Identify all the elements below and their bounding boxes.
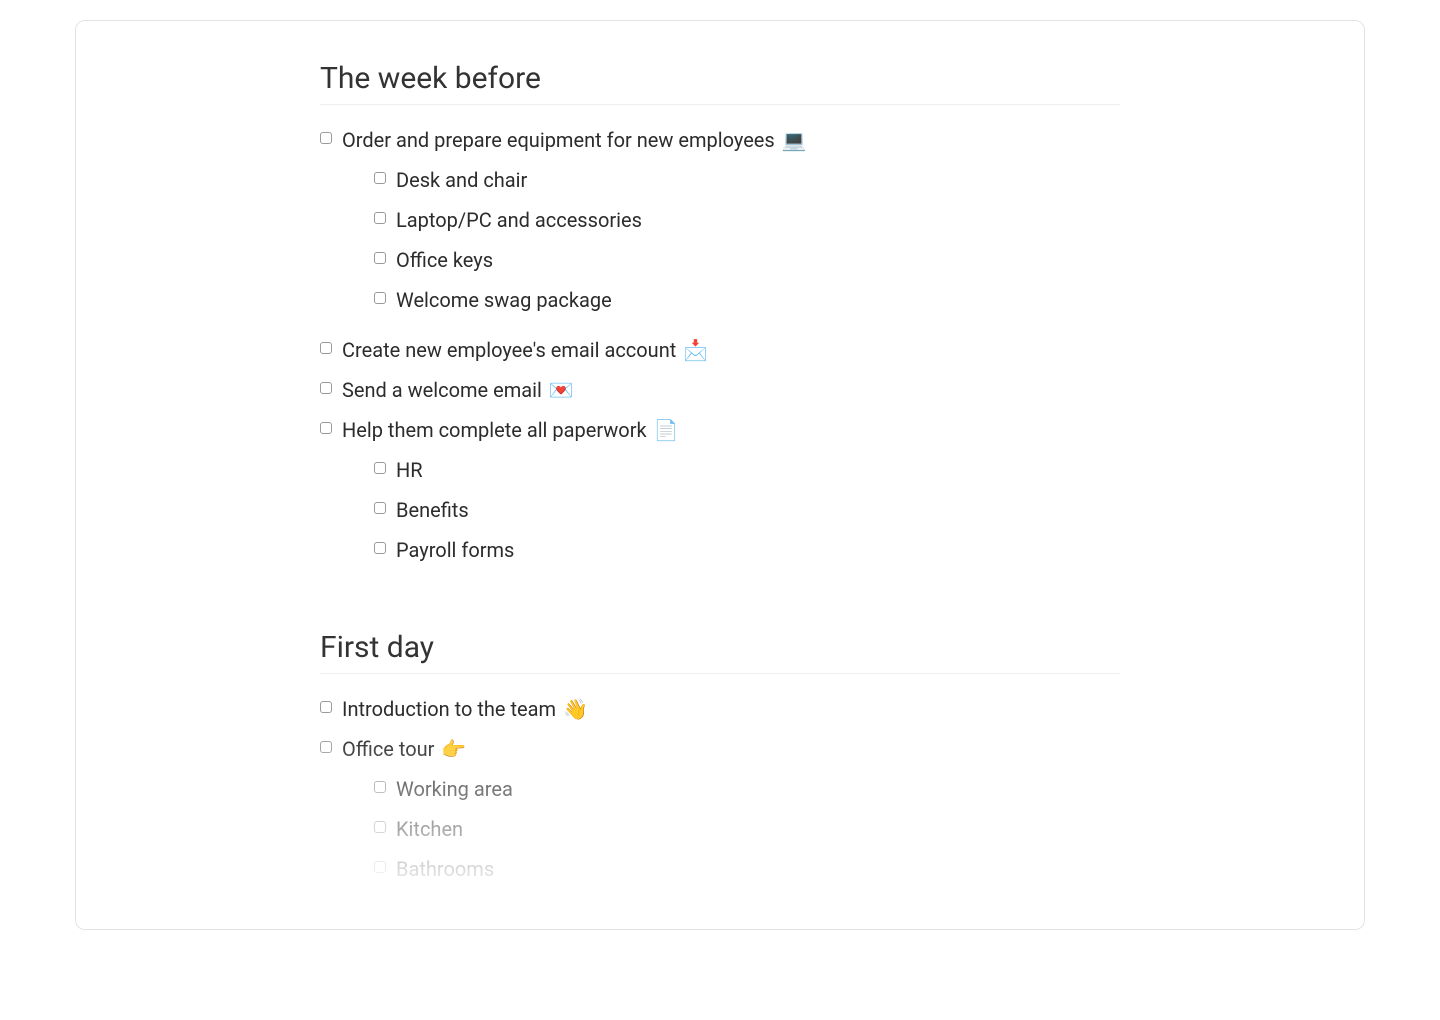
checklist-item: Office keys (374, 245, 1120, 275)
document-content: The week before Order and prepare equipm… (320, 61, 1120, 894)
item-content: Introduction to the team 👋 (342, 694, 1120, 724)
item-label: Kitchen (396, 817, 463, 841)
document-icon: 📄 (654, 418, 679, 442)
item-content: HR (396, 455, 1120, 485)
checkbox-icon[interactable] (374, 861, 386, 873)
checklist: Order and prepare equipment for new empl… (320, 125, 1120, 575)
checkbox-icon[interactable] (374, 502, 386, 514)
item-content: Order and prepare equipment for new empl… (342, 125, 1120, 325)
item-content: Desk and chair (396, 165, 1120, 195)
checkbox-icon[interactable] (320, 132, 332, 144)
item-label: Help them complete all paperwork (342, 418, 647, 442)
checklist-item: Benefits (374, 495, 1120, 525)
checklist-item: Working area (374, 774, 1120, 804)
item-content: Bathrooms (396, 854, 1120, 884)
checkbox-icon[interactable] (374, 542, 386, 554)
item-label: Desk and chair (396, 168, 527, 192)
item-content: Payroll forms (396, 535, 1120, 565)
checklist-item: Order and prepare equipment for new empl… (320, 125, 1120, 325)
item-content: Send a welcome email 💌 (342, 375, 1120, 405)
section-week-before: The week before Order and prepare equipm… (320, 61, 1120, 575)
checklist-item: Introduction to the team 👋 (320, 694, 1120, 724)
nested-list: HR Benefits (374, 455, 1120, 565)
checklist-item: Payroll forms (374, 535, 1120, 565)
item-content: Laptop/PC and accessories (396, 205, 1120, 235)
checkbox-icon[interactable] (374, 252, 386, 264)
checklist-item: Office tour 👉 Working area (320, 734, 1120, 894)
item-content: Kitchen (396, 814, 1120, 844)
item-content: Help them complete all paperwork 📄 HR (342, 415, 1120, 575)
item-content: Office tour 👉 Working area (342, 734, 1120, 894)
checklist-item: Send a welcome email 💌 (320, 375, 1120, 405)
section-first-day: First day Introduction to the team 👋 Off… (320, 630, 1120, 894)
nested-list: Desk and chair Laptop/PC and accessories (374, 165, 1120, 315)
laptop-icon: 💻 (782, 128, 807, 152)
item-content: Welcome swag package (396, 285, 1120, 315)
checkbox-icon[interactable] (320, 422, 332, 434)
item-label: Send a welcome email (342, 378, 542, 402)
item-content: Office keys (396, 245, 1120, 275)
checkbox-icon[interactable] (320, 342, 332, 354)
document-container: The week before Order and prepare equipm… (75, 20, 1365, 930)
item-content: Create new employee's email account 📩 (342, 335, 1120, 365)
section-title: First day (320, 630, 1120, 674)
nested-list: Working area Kitchen (374, 774, 1120, 884)
item-label: Welcome swag package (396, 288, 612, 312)
checkbox-icon[interactable] (374, 172, 386, 184)
item-label: Payroll forms (396, 538, 514, 562)
item-content: Working area (396, 774, 1120, 804)
checkbox-icon[interactable] (374, 292, 386, 304)
item-label: Create new employee's email account (342, 338, 676, 362)
item-label: Working area (396, 777, 513, 801)
checkbox-icon[interactable] (320, 741, 332, 753)
checklist-item: Laptop/PC and accessories (374, 205, 1120, 235)
checklist-item: Create new employee's email account 📩 (320, 335, 1120, 365)
checklist-item: Help them complete all paperwork 📄 HR (320, 415, 1120, 575)
checklist-item: Bathrooms (374, 854, 1120, 884)
item-label: Order and prepare equipment for new empl… (342, 128, 775, 152)
item-label: Laptop/PC and accessories (396, 208, 642, 232)
checkbox-icon[interactable] (320, 382, 332, 394)
checklist-item: Desk and chair (374, 165, 1120, 195)
checklist: Introduction to the team 👋 Office tour 👉 (320, 694, 1120, 894)
item-label: Office tour (342, 737, 434, 761)
item-label: Benefits (396, 498, 469, 522)
checkbox-icon[interactable] (374, 212, 386, 224)
item-label: Introduction to the team (342, 697, 556, 721)
checklist-item: Kitchen (374, 814, 1120, 844)
pointing-right-icon: 👉 (441, 737, 466, 761)
wave-icon: 👋 (563, 697, 588, 721)
checklist-item: Welcome swag package (374, 285, 1120, 315)
envelope-arrow-icon: 📩 (683, 338, 708, 362)
checkbox-icon[interactable] (374, 821, 386, 833)
love-letter-icon: 💌 (549, 378, 574, 402)
section-title: The week before (320, 61, 1120, 105)
checklist-item: HR (374, 455, 1120, 485)
checkbox-icon[interactable] (374, 781, 386, 793)
item-label: Office keys (396, 248, 493, 272)
item-label: Bathrooms (396, 857, 494, 881)
item-label: HR (396, 458, 423, 482)
item-content: Benefits (396, 495, 1120, 525)
checkbox-icon[interactable] (320, 701, 332, 713)
checkbox-icon[interactable] (374, 462, 386, 474)
